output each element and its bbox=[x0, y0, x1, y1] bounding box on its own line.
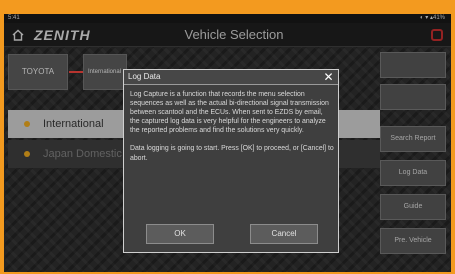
dialog-paragraph-prompt: Data logging is going to start. Press [O… bbox=[130, 145, 334, 162]
dialog-title: Log Data bbox=[128, 72, 161, 81]
close-icon[interactable]: ✕ bbox=[322, 71, 335, 84]
dialog-paragraph-info: Log Capture is a function that records t… bbox=[130, 91, 329, 135]
dialog-header: Log Data ✕ bbox=[124, 70, 338, 85]
dialog-message: Log Capture is a function that records t… bbox=[130, 90, 334, 220]
app-screen: 5:41 ◐ ▾ ▴41% ZENITH Vehicle Selection T… bbox=[4, 14, 451, 272]
log-data-dialog: Log Data ✕ Log Capture is a function tha… bbox=[123, 69, 339, 253]
cancel-button[interactable]: Cancel bbox=[250, 224, 318, 244]
ok-button[interactable]: OK bbox=[146, 224, 214, 244]
